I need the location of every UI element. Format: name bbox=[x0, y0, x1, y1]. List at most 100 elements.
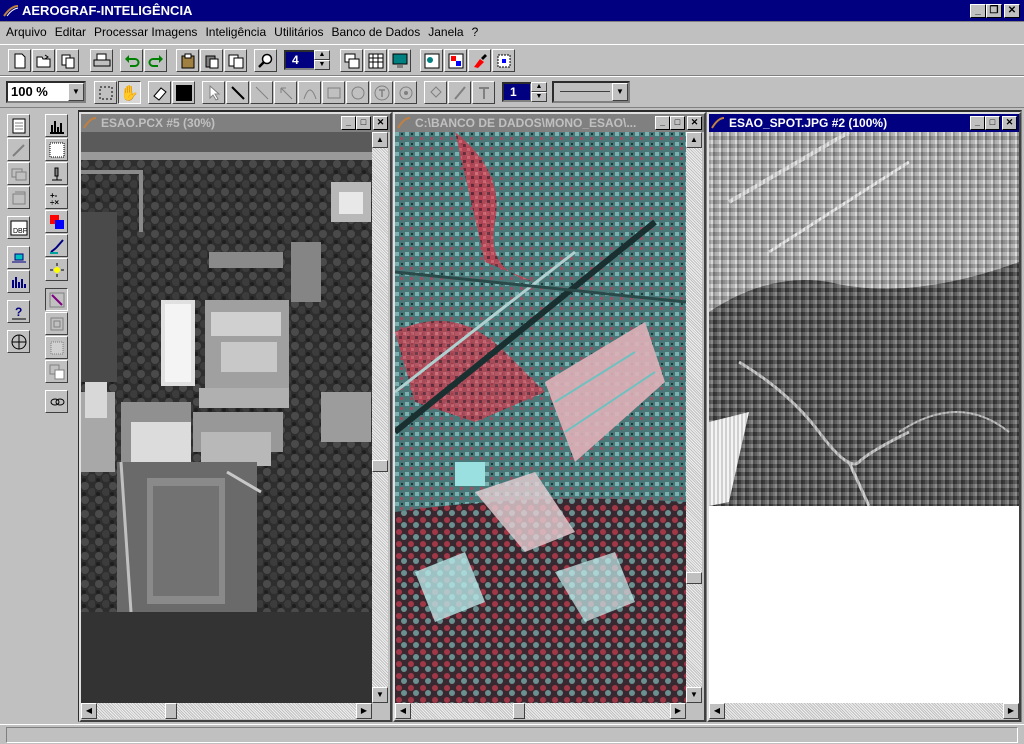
side-histogram-button[interactable] bbox=[7, 270, 30, 293]
color-swatch-button[interactable] bbox=[172, 81, 195, 104]
menu-utilitarios[interactable]: Utilitários bbox=[272, 25, 329, 39]
side-help-button[interactable]: ? bbox=[7, 300, 30, 323]
maximize-button[interactable]: □ bbox=[985, 116, 1000, 130]
scroll-up-arrow[interactable]: ▲ bbox=[372, 132, 388, 148]
window-title-bar[interactable]: C:\BANCO DE DADOS\MONO_ESAO\... _ □ ✕ bbox=[395, 114, 704, 132]
menu-help[interactable]: ? bbox=[470, 25, 485, 39]
image-window-esao-pcx[interactable]: ESAO.PCX #5 (30%) _ □ ✕ ▲ ▼ ◀ ▶ bbox=[79, 112, 392, 722]
menu-arquivo[interactable]: Arquivo bbox=[4, 25, 53, 39]
menu-processar-imagens[interactable]: Processar Imagens bbox=[92, 25, 203, 39]
scroll-right-arrow[interactable]: ▶ bbox=[670, 703, 686, 719]
vertical-scrollbar[interactable]: ▲ ▼ bbox=[686, 132, 702, 703]
minimize-button[interactable]: _ bbox=[970, 4, 986, 18]
side-measure-button[interactable] bbox=[7, 246, 30, 269]
marquee-tool-button[interactable] bbox=[94, 81, 117, 104]
chevron-down-icon[interactable]: ▼ bbox=[68, 83, 84, 101]
chevron-down-icon[interactable]: ▼ bbox=[612, 83, 628, 101]
window-title-bar[interactable]: ESAO.PCX #5 (30%) _ □ ✕ bbox=[81, 114, 390, 132]
side-color-composite-button[interactable] bbox=[45, 210, 68, 233]
horizontal-scrollbar[interactable]: ◀ ▶ bbox=[709, 703, 1019, 719]
horizontal-scrollbar[interactable]: ◀ ▶ bbox=[81, 703, 372, 719]
select-region-button[interactable] bbox=[492, 49, 515, 72]
print-button[interactable] bbox=[90, 49, 113, 72]
scroll-right-arrow[interactable]: ▶ bbox=[356, 703, 372, 719]
menu-inteligencia[interactable]: Inteligência bbox=[203, 25, 272, 39]
curve-tool-button[interactable] bbox=[298, 81, 321, 104]
close-button[interactable]: ✕ bbox=[687, 116, 702, 130]
scroll-thumb[interactable] bbox=[372, 460, 388, 472]
scroll-left-arrow[interactable]: ◀ bbox=[395, 703, 411, 719]
zoom-combo[interactable]: 100 % ▼ bbox=[6, 81, 86, 103]
rectangle-tool-button[interactable] bbox=[322, 81, 345, 104]
scroll-left-arrow[interactable]: ◀ bbox=[709, 703, 725, 719]
side-math-button[interactable]: +- ÷× bbox=[45, 186, 68, 209]
redo-button[interactable] bbox=[144, 49, 167, 72]
grid-button[interactable] bbox=[364, 49, 387, 72]
side-bar-chart-button[interactable] bbox=[45, 114, 68, 137]
copy-file-button[interactable] bbox=[56, 49, 79, 72]
monitor-button[interactable] bbox=[388, 49, 411, 72]
aerial-photo-grayscale[interactable] bbox=[81, 132, 372, 703]
paste-button[interactable] bbox=[224, 49, 247, 72]
paint-button[interactable] bbox=[468, 49, 491, 72]
side-dbf-button[interactable]: DBF bbox=[7, 216, 30, 239]
fill-tool-button[interactable] bbox=[424, 81, 447, 104]
zoom-button[interactable] bbox=[254, 49, 277, 72]
spot-image-canvas[interactable] bbox=[709, 132, 1019, 703]
side-brush-button[interactable] bbox=[45, 234, 68, 257]
copy-button[interactable] bbox=[200, 49, 223, 72]
image-window-esao-spot[interactable]: ESAO_SPOT.JPG #2 (100%) _ □ ✕ ◀ ▶ bbox=[707, 112, 1021, 722]
line-style-combo[interactable]: ▼ bbox=[552, 81, 630, 103]
palette-button[interactable] bbox=[444, 49, 467, 72]
minimize-button[interactable]: _ bbox=[341, 116, 356, 130]
menu-banco-de-dados[interactable]: Banco de Dados bbox=[330, 25, 427, 39]
side-stack-button[interactable] bbox=[7, 186, 30, 209]
line-width-input[interactable]: 1 bbox=[502, 82, 532, 102]
scroll-thumb[interactable] bbox=[165, 703, 177, 719]
ellipse-tool-button[interactable] bbox=[346, 81, 369, 104]
minimize-button[interactable]: _ bbox=[970, 116, 985, 130]
scroll-up-arrow[interactable]: ▲ bbox=[686, 132, 702, 148]
arrow-tool-button[interactable] bbox=[274, 81, 297, 104]
side-document-button[interactable] bbox=[7, 114, 30, 137]
side-edit-button[interactable] bbox=[7, 138, 30, 161]
pen-tool-button[interactable] bbox=[448, 81, 471, 104]
new-file-button[interactable] bbox=[8, 49, 31, 72]
font-tool-button[interactable] bbox=[472, 81, 495, 104]
horizontal-scrollbar[interactable]: ◀ ▶ bbox=[395, 703, 686, 719]
symbol-tool-button[interactable] bbox=[394, 81, 417, 104]
scroll-down-arrow[interactable]: ▼ bbox=[686, 687, 702, 703]
side-brightness-button[interactable] bbox=[45, 258, 68, 281]
thin-line-tool-button[interactable] bbox=[250, 81, 273, 104]
menu-editar[interactable]: Editar bbox=[53, 25, 92, 39]
side-frame-button[interactable] bbox=[45, 312, 68, 335]
side-layers-button[interactable] bbox=[7, 162, 30, 185]
text-tool-button[interactable] bbox=[370, 81, 393, 104]
resize-grip[interactable] bbox=[372, 703, 388, 719]
maximize-button[interactable]: □ bbox=[356, 116, 371, 130]
side-draw-line-button[interactable] bbox=[45, 288, 68, 311]
false-color-image[interactable] bbox=[395, 132, 686, 703]
line-tool-button[interactable] bbox=[226, 81, 249, 104]
restore-button[interactable]: ❐ bbox=[986, 4, 1002, 18]
image-window-mono-esao[interactable]: C:\BANCO DE DADOS\MONO_ESAO\... _ □ ✕ ▲ … bbox=[393, 112, 706, 722]
top-spin-input[interactable]: 4 bbox=[284, 50, 316, 70]
menu-janela[interactable]: Janela bbox=[426, 25, 469, 39]
line-width-spin[interactable]: ▲ ▼ bbox=[531, 82, 547, 102]
scroll-thumb[interactable] bbox=[686, 572, 702, 584]
vertical-scrollbar[interactable]: ▲ ▼ bbox=[372, 132, 388, 703]
close-button[interactable]: ✕ bbox=[1002, 116, 1017, 130]
side-dotted-grid-button[interactable] bbox=[45, 138, 68, 161]
open-file-button[interactable] bbox=[32, 49, 55, 72]
tile-windows-button[interactable] bbox=[340, 49, 363, 72]
cut-button[interactable] bbox=[176, 49, 199, 72]
close-button[interactable]: ✕ bbox=[373, 116, 388, 130]
side-microscope-button[interactable] bbox=[45, 162, 68, 185]
eraser-tool-button[interactable] bbox=[148, 81, 171, 104]
side-globe-button[interactable] bbox=[7, 330, 30, 353]
undo-button[interactable] bbox=[120, 49, 143, 72]
scroll-left-arrow[interactable]: ◀ bbox=[81, 703, 97, 719]
side-texture-button[interactable] bbox=[45, 336, 68, 359]
side-chain-button[interactable] bbox=[45, 390, 68, 413]
scroll-right-arrow[interactable]: ▶ bbox=[1003, 703, 1019, 719]
